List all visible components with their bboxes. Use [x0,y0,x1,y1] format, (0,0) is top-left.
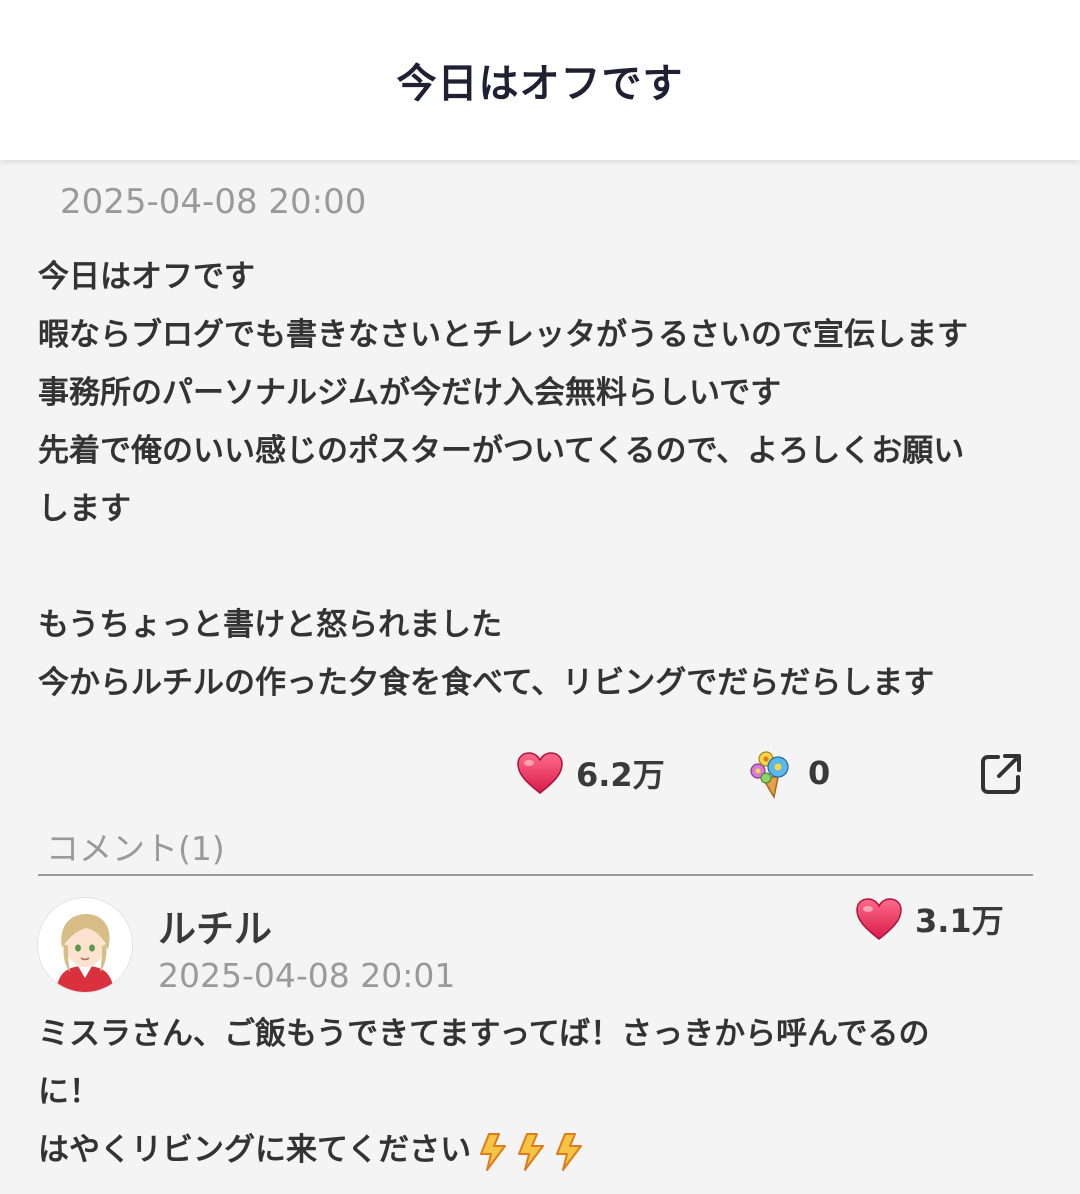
comment-line: に！ [38,1074,100,1110]
comments-divider [38,874,1033,876]
comment-line: はやくリビングに来てください [38,1132,472,1168]
page-header: 今日はオフです [0,0,1080,160]
heart-icon [856,898,902,940]
post-line [38,538,1038,596]
like-button[interactable]: 6.2万 [516,745,665,801]
comment-line-with-emoji: はやくリビングに来てください [38,1121,1038,1179]
avatar-image [38,898,132,992]
like-count: 6.2万 [576,756,665,794]
post-line: 今日はオフです [38,259,255,295]
post-body: 今日はオフです 暇ならブログでも書きなさいとチレッタがうるさいので宣伝します 事… [38,248,1038,712]
comment-like-count: 3.1万 [915,902,1004,940]
avatar[interactable] [38,898,132,992]
post-line: もうちょっと書けと怒られました [38,607,503,643]
lightning-bolt-icon [480,1132,507,1171]
comment-body: ミスラさん、ご飯もうできてますってば！さっきから呼んでるの に！ はやくリビング… [38,1005,1038,1179]
commenter-name[interactable]: ルチル [158,898,272,953]
post-reactions: 6.2万 0 [0,745,1080,801]
lightning-bolt-icon [556,1132,583,1171]
post-line: 事務所のパーソナルジムが今だけ入会無料らしいです [38,375,782,411]
comment-like-button[interactable]: 3.1万 [855,893,1004,945]
post-line: 暇ならブログでも書きなさいとチレッタがうるさいので宣伝します [38,317,968,353]
share-external-icon[interactable] [978,751,1024,797]
comments-heading: コメント(1) [46,829,225,868]
page-title: 今日はオフです [396,61,684,107]
gift-button[interactable]: 0 [744,745,830,801]
lightning-bolt-icon [518,1132,545,1171]
heart-icon [517,752,563,794]
post-line: 今からルチルの作った夕食を食べて、リビングでだらだらします [38,665,935,701]
comment-line: ミスラさん、ご飯もうできてますってば！さっきから呼んでるの [38,1016,930,1052]
bouquet-icon [750,751,789,799]
comment-date: 2025-04-08 20:01 [158,956,456,995]
post-line: 先着で俺のいい感じのポスターがついてくるので、よろしくお願い [38,433,965,469]
post-date: 2025-04-08 20:00 [60,182,367,222]
post-line: します [38,491,131,527]
gift-count: 0 [808,754,831,792]
